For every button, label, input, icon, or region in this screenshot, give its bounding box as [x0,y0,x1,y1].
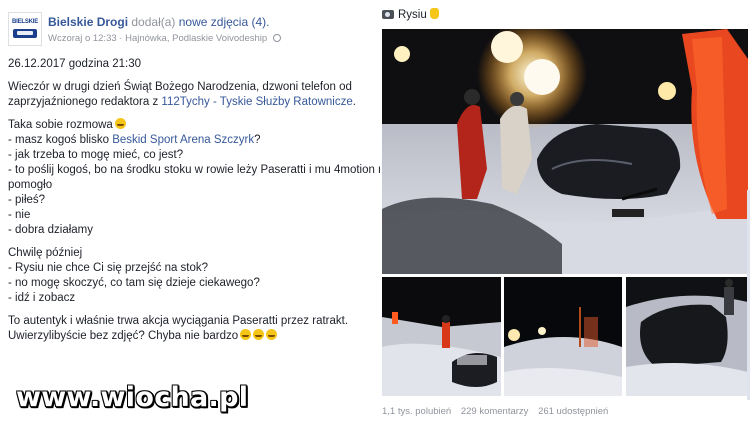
dialog-line-d: pomogło [8,179,53,191]
post-stats: 1,1 tys. polubień 229 komentarzy 261 udo… [382,406,615,417]
tychy-link[interactable]: 112Tychy - Tyskie Służby Ratownicze [161,96,352,108]
later-title: Chwilę później [8,247,83,259]
intro-suffix: . [352,96,356,108]
separator-dot: · [119,33,123,44]
page-name-link[interactable]: Bielskie Drogi [48,15,128,29]
avatar-logo-text: BIELSKIE [12,19,39,25]
post-location[interactable]: Hajnówka, Podlaskie Voivodeship [125,33,267,44]
dialog-line-c: - to poślij kogoś, bo na środku stoku w … [8,164,394,176]
likes-count[interactable]: 1,1 tys. polubień [382,406,451,417]
post-column: BIELSKIE Bielskie Drogi dodał(a) nowe zd… [0,0,394,422]
laugh-emoji-icon [253,329,265,340]
intro-line-1: Wieczór w drugi dzień Świąt Bożego Narod… [8,81,352,93]
laugh-emoji-icon [266,329,278,340]
intro-line-2: zaprzyjaźnionego redaktora z 112Tychy - … [8,95,376,110]
intro-prefix: zaprzyjaźnionego redaktora z [8,96,162,108]
photo-caption: Rysiu [382,8,439,21]
photo-caption-text: Rysiu [398,9,427,21]
outro-line-2: Uwierzylibyście bez zdjęć? Chyba nie bar… [8,329,376,344]
dialog-line-e: - piłeś? [8,194,46,206]
shares-count[interactable]: 261 udostępnień [538,406,608,417]
main-photo-image [382,29,748,274]
photo-thumb-3[interactable] [626,277,748,396]
header-meta-line: Wczoraj o 12:33 · Hajnówka, Podlaskie Vo… [48,33,281,44]
photo-thumb-2[interactable] [504,277,622,396]
post-timestamp[interactable]: Wczoraj o 12:33 [48,33,117,44]
photo-thumb-1[interactable] [382,277,501,396]
comments-count[interactable]: 229 komentarzy [461,406,529,417]
laugh-emoji-icon [240,329,252,340]
post-text: 26.12.2017 godzina 21:30 Wieczór w drugi… [8,57,394,344]
dialog-line-b: - jak trzeba to mogę mieć, co jest? [8,149,184,161]
watermark: www.wiocha.pl [16,382,249,413]
photo-column: Rysiu 1,1 tys. polubień 229 komentarzy 2… [380,0,750,422]
dialog-line-h: - Rysiu nie chce Ci się przejść na stok? [8,262,209,274]
outro-text: Uwierzylibyście bez zdjęć? Chyba nie bar… [8,330,239,342]
action-text: dodał(a) [131,15,176,29]
dialog-line-g: - dobra działamy [8,224,94,236]
header-title-line: Bielskie Drogi dodał(a) nowe zdjęcia (4)… [48,15,269,29]
outro-line-1: To autentyk i właśnie trwa akcja wyciąga… [8,315,349,327]
dialog-line-a: - masz kogoś blisko Beskid Sport Arena S… [8,133,376,148]
date-line: 26.12.2017 godzina 21:30 [8,58,142,70]
avatar[interactable]: BIELSKIE [8,12,42,46]
camera-icon [382,10,394,19]
post-header: BIELSKIE Bielskie Drogi dodał(a) nowe zd… [8,10,373,50]
thumb-3-image [626,277,748,396]
talk-title: Taka sobie rozmowa [8,118,376,133]
new-photos-link[interactable]: nowe zdjęcia (4). [179,15,270,29]
line-a-suffix: ? [254,134,261,146]
beskid-link[interactable]: Beskid Sport Arena Szczyrk [112,134,254,146]
thumb-2-image [504,277,622,396]
talk-title-text: Taka sobie rozmowa [8,119,113,131]
dialog-line-f: - nie [8,209,31,221]
smile-emoji-icon [114,118,126,129]
thumb-1-image [382,277,501,396]
dialog-line-j: - idź i zobacz [8,292,76,304]
dialog-line-i: - no mogę skoczyć, co tam się dzieje cie… [8,277,260,289]
pointing-hand-icon [429,8,439,19]
avatar-logo-bar-inner [17,31,33,35]
globe-icon [272,34,281,42]
line-a-prefix: - masz kogoś blisko [8,134,113,146]
main-photo[interactable] [382,29,748,274]
